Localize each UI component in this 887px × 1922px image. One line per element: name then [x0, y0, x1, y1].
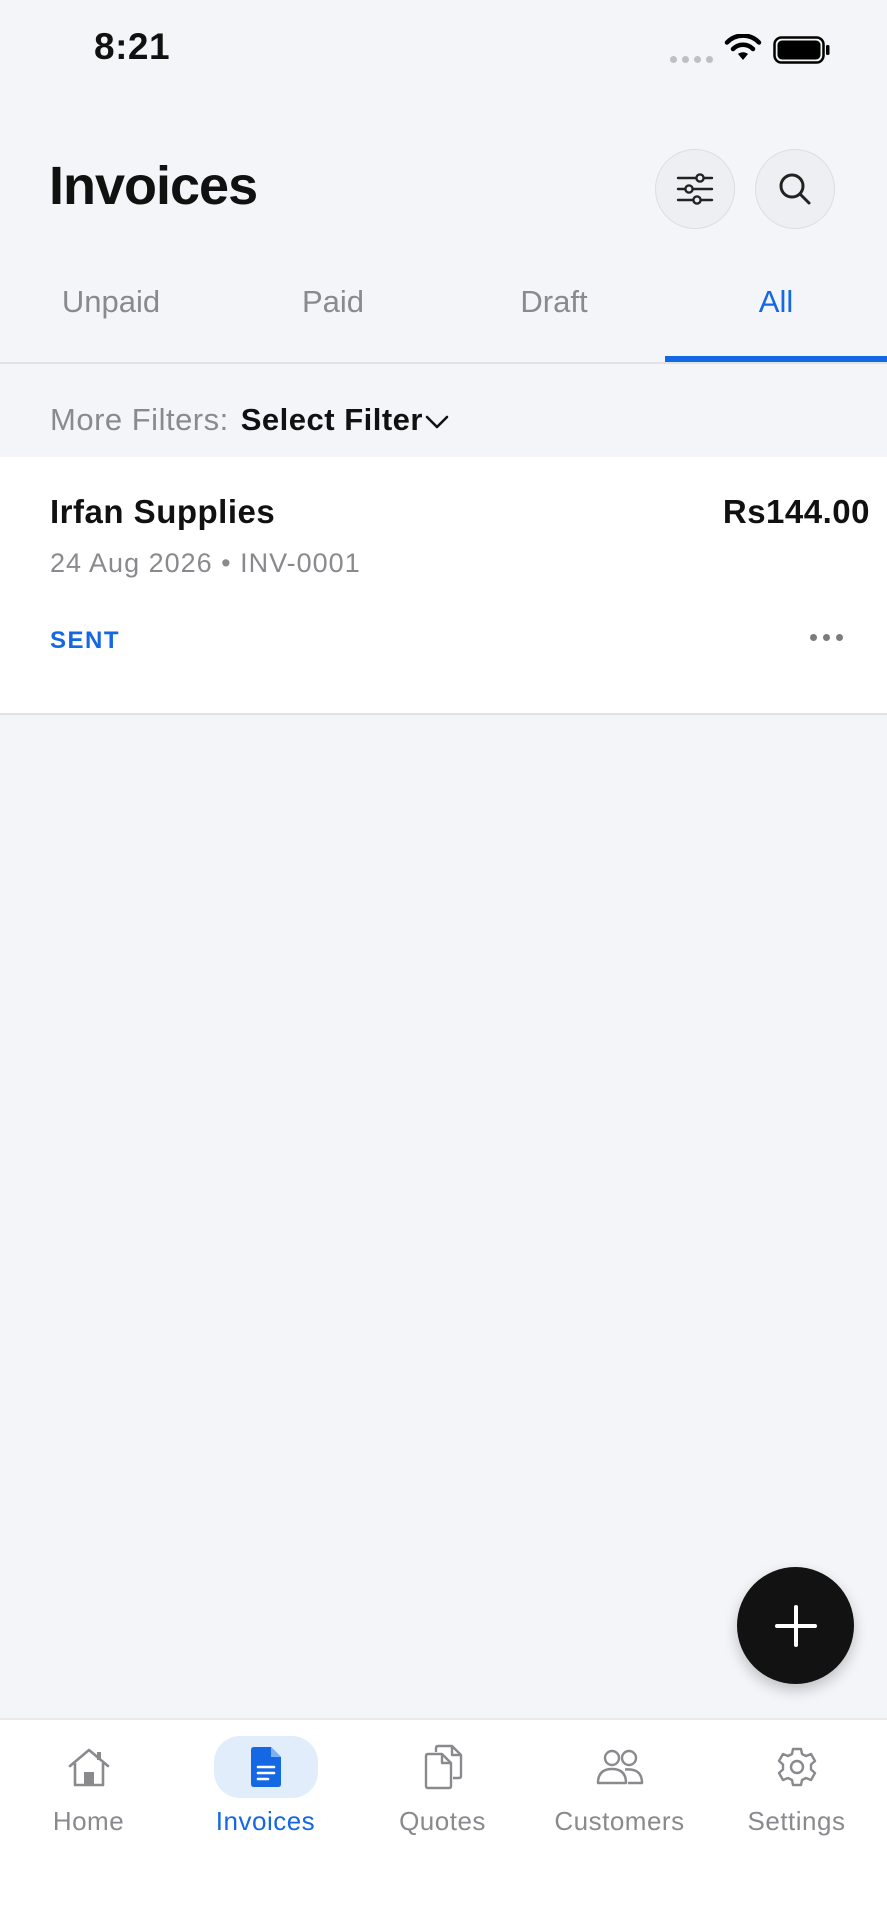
more-filters-row: More Filters: Select Filter — [50, 400, 449, 440]
gear-icon — [777, 1747, 816, 1787]
nav-label-customers: Customers — [554, 1806, 685, 1836]
tab-draft[interactable]: Draft — [443, 270, 665, 362]
sliders-icon — [676, 173, 714, 205]
cellular-signal-icon — [670, 56, 713, 63]
invoice-date: 24 Aug 2026 — [50, 548, 213, 578]
select-filter-dropdown[interactable]: Select Filter — [241, 402, 449, 437]
filter-button[interactable] — [655, 149, 735, 229]
invoice-amount: Rs144.00 — [722, 493, 870, 530]
nav-label-settings: Settings — [747, 1806, 846, 1836]
nav-customers[interactable]: Customers — [531, 1720, 708, 1850]
nav-settings[interactable]: Settings — [708, 1720, 885, 1850]
plus-icon — [774, 1604, 817, 1647]
status-tabs: Unpaid Paid Draft All — [0, 270, 887, 364]
nav-home[interactable]: Home — [0, 1720, 177, 1850]
nav-active-pill — [213, 1736, 318, 1798]
add-invoice-button[interactable] — [737, 1567, 854, 1684]
page-title: Invoices — [49, 156, 258, 216]
battery-icon — [773, 36, 830, 64]
meta-separator: • — [221, 548, 232, 578]
bottom-navigation: Home Invoices Quotes Customers Settings — [0, 1718, 887, 1922]
invoice-meta: 24 Aug 2026 • INV-0001 — [50, 548, 361, 579]
customers-icon — [596, 1749, 643, 1785]
invoice-customer-name: Irfan Supplies — [50, 493, 276, 530]
nav-quotes[interactable]: Quotes — [354, 1720, 531, 1850]
invoice-number: INV-0001 — [240, 548, 361, 578]
quotes-documents-icon — [424, 1744, 462, 1790]
nav-invoices[interactable]: Invoices — [177, 1720, 354, 1850]
nav-label-invoices: Invoices — [215, 1806, 316, 1836]
search-icon — [779, 173, 811, 205]
chevron-down-icon — [425, 415, 449, 429]
more-filters-label: More Filters: — [50, 402, 229, 437]
nav-label-home: Home — [52, 1806, 125, 1836]
select-filter-label: Select Filter — [240, 402, 423, 437]
nav-label-quotes: Quotes — [399, 1806, 486, 1836]
more-options-icon[interactable] — [806, 630, 847, 645]
status-bar: 8:21 — [0, 0, 887, 100]
invoice-list-item[interactable]: Irfan Supplies Rs144.00 24 Aug 2026 • IN… — [0, 457, 887, 715]
tab-unpaid[interactable]: Unpaid — [0, 270, 222, 362]
invoice-document-icon — [250, 1747, 281, 1787]
wifi-icon — [724, 34, 762, 60]
home-icon — [68, 1748, 109, 1787]
search-button[interactable] — [755, 149, 835, 229]
tab-all[interactable]: All — [665, 270, 887, 362]
tab-paid[interactable]: Paid — [222, 270, 444, 362]
invoice-status-badge: SENT — [50, 627, 121, 654]
status-time: 8:21 — [94, 26, 171, 67]
active-tab-indicator — [665, 356, 887, 362]
